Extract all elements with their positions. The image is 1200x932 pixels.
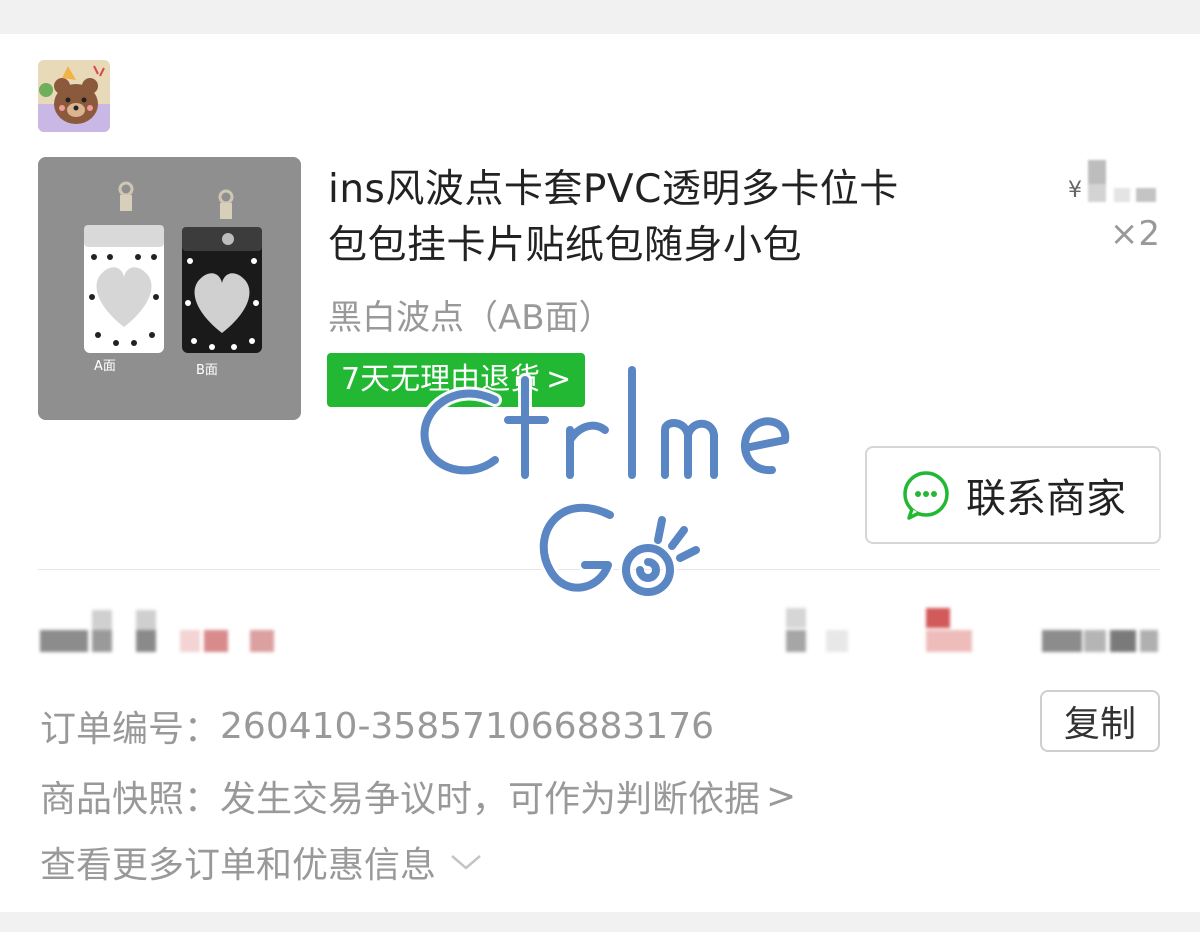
more-order-info-row[interactable]: 查看更多订单和优惠信息 [40, 836, 484, 888]
return-policy-label: 7天无理由退货 [341, 362, 541, 397]
product-snapshot-row[interactable]: 商品快照： 发生交易争议时，可作为判断依据 > [40, 770, 796, 822]
product-image[interactable]: A面 B面 [38, 157, 301, 420]
order-number-value: 260410-358571066883176 [220, 705, 714, 747]
snapshot-value: 发生交易争议时，可作为判断依据 [220, 779, 761, 820]
return-policy-badge[interactable]: 7天无理由退货 > [327, 353, 586, 407]
more-order-info-label: 查看更多订单和优惠信息 [40, 845, 437, 886]
product-title-line-2: 包包挂卡片贴纸包随身小包 [328, 223, 803, 268]
redacted-right-info [786, 606, 1160, 654]
product-quantity: ×2 [1109, 214, 1160, 254]
contact-merchant-button[interactable]: 联系商家 [865, 446, 1161, 544]
order-number-row: 订单编号： 260410-358571066883176 [40, 700, 714, 752]
chevron-right-icon: > [546, 362, 572, 397]
redacted-left-info [40, 606, 290, 654]
card-holder-photo: A面 B面 [38, 157, 301, 420]
chevron-right-icon: > [766, 775, 797, 817]
copy-order-number-button[interactable]: 复制 [1040, 690, 1160, 752]
section-divider [38, 569, 1160, 570]
chevron-down-icon [451, 855, 481, 870]
product-title[interactable]: ins风波点卡套PVC透明多卡位卡 包包挂卡片贴纸包随身小包 [328, 162, 1008, 274]
snapshot-key: 商品快照： [40, 779, 221, 820]
contact-merchant-label: 联系商家 [966, 476, 1126, 522]
wechat-chat-icon [903, 471, 949, 520]
image-label-b: B面 [196, 363, 218, 378]
shop-avatar[interactable] [38, 60, 110, 132]
currency-symbol: ¥ [1068, 178, 1082, 203]
product-title-line-1: ins风波点卡套PVC透明多卡位卡 [328, 167, 899, 212]
order-number-key: 订单编号： [40, 709, 221, 750]
bear-avatar-icon [38, 60, 110, 132]
product-price: ¥ [1068, 160, 1160, 208]
redacted-pixel-block [786, 608, 1158, 652]
redacted-pixel-block [40, 610, 274, 652]
product-spec: 黑白波点（AB面） [328, 298, 613, 338]
image-label-a: A面 [94, 359, 116, 374]
price-amount-redacted [1088, 160, 1156, 202]
